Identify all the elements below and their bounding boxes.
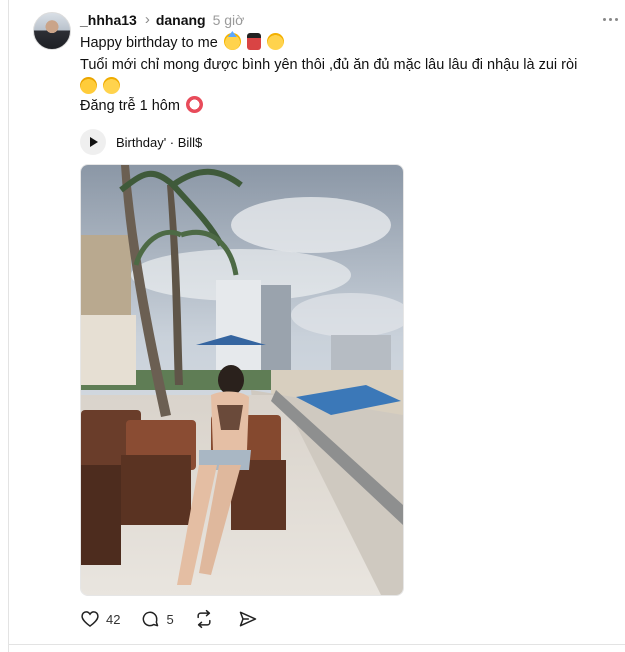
share-icon	[239, 611, 256, 627]
chevron-right-icon: ›	[144, 10, 150, 28]
repost-button[interactable]	[194, 609, 214, 629]
avatar[interactable]	[33, 12, 71, 50]
smile-emoji-icon	[266, 33, 284, 50]
repost-icon	[197, 609, 211, 629]
music-track: Birthday' · Bill$	[116, 134, 203, 150]
comment-count: 5	[166, 611, 174, 627]
post-line-1: Happy birthday to me	[80, 33, 284, 53]
dancer-emoji-icon	[246, 33, 261, 50]
music-attachment[interactable]: Birthday' · Bill$	[80, 128, 202, 156]
grin-emoji-icon	[103, 77, 121, 94]
post-line-3	[80, 77, 121, 97]
comment-icon	[143, 611, 159, 627]
timestamp: 5 giờ	[212, 12, 245, 28]
heart-icon	[81, 611, 99, 628]
play-icon[interactable]	[80, 129, 106, 155]
topic-tag[interactable]: danang	[156, 12, 206, 28]
bottom-divider	[8, 644, 625, 645]
post-line-2: Tuổi mới chỉ mong được bình yên thôi ,đủ…	[80, 57, 578, 73]
clown-emoji-icon	[185, 96, 203, 113]
post-photo[interactable]	[80, 164, 404, 596]
username[interactable]: _hhha13	[80, 12, 137, 28]
post-header: _hhha13 › danang 5 giờ	[80, 10, 244, 30]
laughing-emoji-icon	[80, 77, 97, 94]
action-bar: 42 5	[80, 607, 258, 631]
post-text: Đăng trễ 1 hôm	[80, 98, 180, 114]
share-button[interactable]	[238, 609, 258, 629]
like-count: 42	[106, 611, 121, 627]
like-button[interactable]: 42	[80, 609, 120, 629]
comment-button[interactable]: 5	[140, 609, 174, 629]
left-divider	[8, 0, 9, 652]
party-face-emoji-icon	[223, 33, 241, 50]
post-text: Happy birthday to me	[80, 35, 218, 51]
beach-photo-illustration	[81, 165, 403, 595]
more-options-icon[interactable]	[600, 10, 620, 28]
post-line-4: Đăng trễ 1 hôm	[80, 96, 203, 116]
